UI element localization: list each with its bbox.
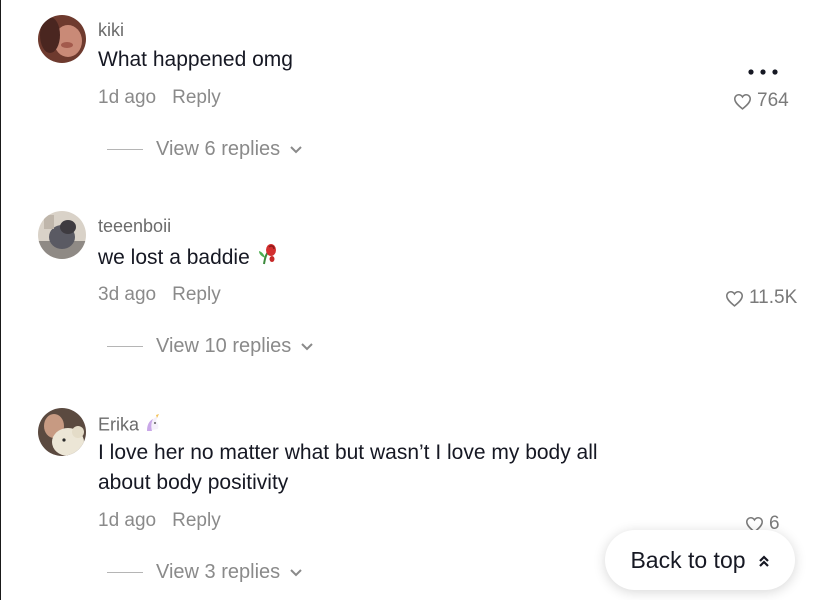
comment-text: What happened omg (98, 48, 293, 71)
comment-text: I love her no matter what but wasn’t I l… (98, 438, 678, 498)
avatar[interactable] (38, 15, 86, 63)
comment-text-content: we lost a baddie (98, 246, 250, 270)
view-replies-button[interactable]: View 6 replies (107, 138, 303, 161)
reply-button[interactable]: Reply (172, 284, 221, 305)
heart-icon (733, 93, 752, 110)
like-button[interactable]: 11.5K (725, 287, 797, 309)
like-button[interactable]: 764 (733, 90, 789, 112)
comment-username[interactable]: Erika (98, 413, 163, 438)
comment-time: 1d ago (98, 510, 157, 531)
comment-time: 1d ago (98, 87, 157, 108)
more-options-icon[interactable] (746, 64, 780, 80)
view-replies-button[interactable]: View 10 replies (107, 335, 314, 358)
reply-button[interactable]: Reply (172, 510, 221, 531)
back-to-top-button[interactable]: Back to top (605, 530, 795, 590)
comment-meta: 1d ago Reply (98, 510, 221, 532)
wilted-rose-emoji (256, 242, 278, 275)
chevron-down-icon (300, 335, 314, 358)
back-to-top-label: Back to top (630, 546, 746, 573)
comment-time: 3d ago (98, 284, 157, 305)
double-chevron-up-icon (758, 547, 770, 574)
like-count: 11.5K (749, 287, 798, 308)
view-replies-label: View 6 replies (156, 138, 281, 160)
comment-meta: 1d ago Reply (98, 87, 221, 109)
username-text: Erika (98, 414, 140, 435)
comment-text: we lost a baddie (98, 242, 678, 275)
avatar[interactable] (38, 211, 86, 259)
unicorn-emoji (143, 413, 163, 438)
divider (107, 572, 143, 573)
like-count: 764 (757, 90, 789, 111)
chevron-down-icon (289, 138, 303, 161)
divider (107, 346, 143, 347)
view-replies-label: View 10 replies (156, 335, 292, 357)
chevron-down-icon (289, 561, 303, 584)
view-replies-label: View 3 replies (156, 561, 281, 583)
comments-panel: kiki What happened omg 1d ago Reply 764 V… (0, 0, 814, 600)
comment-username[interactable]: kiki (98, 20, 124, 41)
comment-text-line: about body positivity (98, 471, 289, 494)
comment-text-line: I love her no matter what but wasn’t I l… (98, 441, 598, 464)
comment-meta: 3d ago Reply (98, 284, 221, 306)
reply-button[interactable]: Reply (172, 87, 221, 108)
view-replies-button[interactable]: View 3 replies (107, 561, 303, 584)
heart-icon (725, 290, 744, 307)
comment-username[interactable]: teeenboii (98, 216, 171, 237)
avatar[interactable] (38, 408, 86, 456)
divider (107, 149, 143, 150)
